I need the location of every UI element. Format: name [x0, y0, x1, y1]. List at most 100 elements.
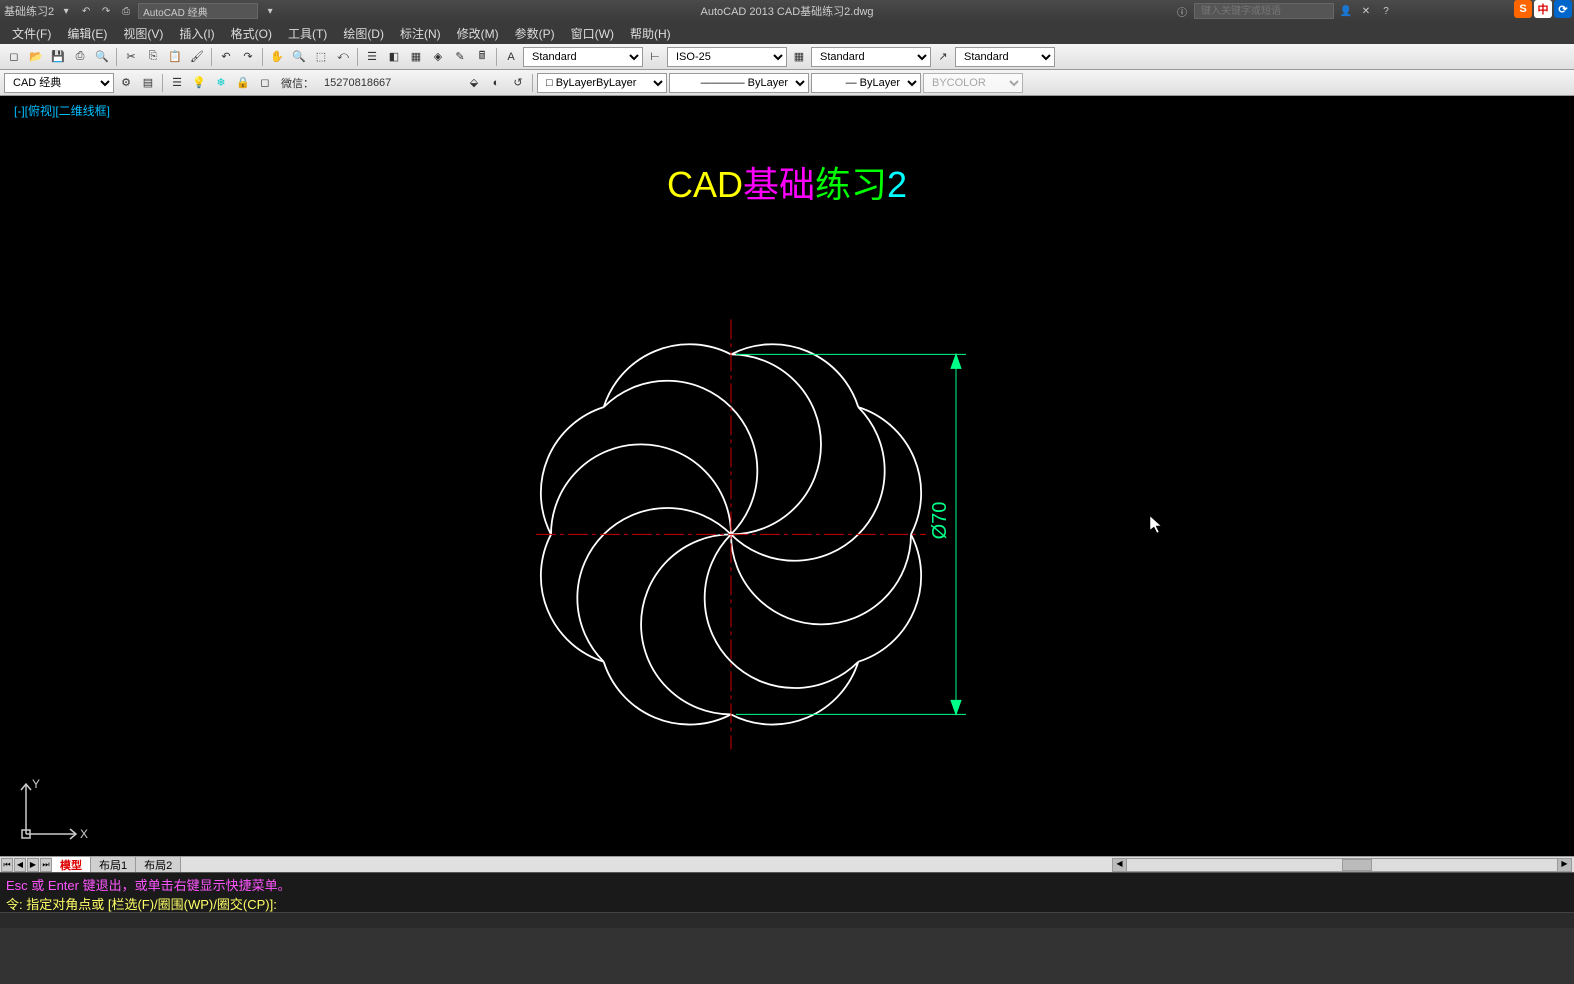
command-line-2: 令: 指定对角点或 [栏选(F)/圈围(WP)/圈交(CP)]:	[6, 894, 1568, 913]
preview-icon[interactable]: 🔍	[92, 47, 112, 67]
info-icon[interactable]: ⓘ	[1174, 3, 1190, 19]
status-bar	[0, 928, 1574, 984]
undo-icon[interactable]: ↶	[216, 47, 236, 67]
toolbar-standard: ◻ 📂 💾 ⎙ 🔍 ✂ ⎘ 📋 🖌 ↶ ↷ ✋ 🔍 ⬚ ⤺ ☰ ◧ ▦ ◈ ✎ …	[0, 44, 1574, 70]
open-icon[interactable]: 📂	[26, 47, 46, 67]
tab-nav-prev-icon[interactable]: ◀	[14, 858, 26, 872]
drawing-title: CAD基础练习2	[667, 156, 907, 208]
matchprop-icon[interactable]: 🖌	[187, 47, 207, 67]
qat-print-icon[interactable]: ⎙	[118, 3, 134, 19]
markup-icon[interactable]: ✎	[450, 47, 470, 67]
help-search-input[interactable]	[1194, 3, 1334, 19]
plotstyle-select[interactable]: BYCOLOR	[923, 73, 1023, 93]
layout-tab-bar: ⏮ ◀ ▶ ⏭ 模型 布局1 布局2 ◀ ▶	[0, 856, 1574, 872]
zoom-prev-icon[interactable]: ⤺	[333, 47, 353, 67]
dsviewer-icon[interactable]: ◧	[384, 47, 404, 67]
menu-modify[interactable]: 修改(M)	[449, 23, 507, 44]
mouse-cursor	[1150, 516, 1162, 534]
workspace-selector[interactable]	[138, 3, 258, 19]
cut-icon[interactable]: ✂	[121, 47, 141, 67]
mleader-style-select[interactable]: Standard	[955, 47, 1055, 67]
qat-undo-icon[interactable]: ↶	[78, 3, 94, 19]
menu-format[interactable]: 格式(O)	[223, 23, 280, 44]
exchange-icon[interactable]: ✕	[1358, 3, 1374, 19]
layer-lock-icon[interactable]: 🔒	[233, 73, 253, 93]
menu-view[interactable]: 视图(V)	[115, 23, 171, 44]
menu-draw[interactable]: 绘图(D)	[335, 23, 392, 44]
menu-dimension[interactable]: 标注(N)	[392, 23, 449, 44]
menu-insert[interactable]: 插入(I)	[171, 23, 222, 44]
pan-icon[interactable]: ✋	[267, 47, 287, 67]
command-line-1: Esc 或 Enter 键退出，或单击右键显示快捷菜单。	[6, 875, 1568, 894]
save-icon[interactable]: 💾	[48, 47, 68, 67]
table-style-select[interactable]: Standard	[811, 47, 931, 67]
layer-prev-icon[interactable]: ↺	[508, 73, 528, 93]
ime-icon-2[interactable]: 中	[1534, 0, 1552, 18]
menu-tools[interactable]: 工具(T)	[280, 23, 335, 44]
workspace-dropdown-icon[interactable]: ▾	[262, 3, 278, 19]
svg-text:X: X	[80, 827, 88, 841]
command-input[interactable]	[0, 912, 1574, 928]
toolpalette-icon[interactable]: ▦	[406, 47, 426, 67]
menu-bar: 文件(F) 编辑(E) 视图(V) 插入(I) 格式(O) 工具(T) 绘图(D…	[0, 22, 1574, 44]
layer-state-icon[interactable]: ⬙	[464, 73, 484, 93]
menu-parametric[interactable]: 参数(P)	[507, 23, 563, 44]
menu-edit[interactable]: 编辑(E)	[59, 23, 115, 44]
toolbar-layers: CAD 经典 ⚙ ▤ ☰ 💡 ❄ 🔒 ◻ 微信： 15270818667 ⬙ ◐…	[0, 70, 1574, 96]
qcalc-icon[interactable]: 🖩	[472, 47, 492, 67]
sheetset-icon[interactable]: ◈	[428, 47, 448, 67]
signin-icon[interactable]: 👤	[1338, 3, 1354, 19]
viewport-label[interactable]: [-][俯视][二维线框]	[14, 102, 110, 119]
layer-color-icon[interactable]: ◻	[255, 73, 275, 93]
ime-icon-1[interactable]: S	[1514, 0, 1532, 18]
copy-icon[interactable]: ⎘	[143, 47, 163, 67]
table-icon[interactable]: ▦	[789, 47, 809, 67]
dimension-text: Ø70	[929, 502, 951, 540]
tab-nav-first-icon[interactable]: ⏮	[1, 858, 13, 872]
zoom-icon[interactable]: 🔍	[289, 47, 309, 67]
menu-window[interactable]: 窗口(W)	[563, 23, 622, 44]
wechat-value: 15270818667	[320, 77, 420, 89]
title-bar: 基础练习2 ▾ ↶ ↷ ⎙ ▾ AutoCAD 2013 CAD基础练习2.dw…	[0, 0, 1574, 22]
ws-settings-icon[interactable]: ⚙	[116, 73, 136, 93]
redo-icon[interactable]: ↷	[238, 47, 258, 67]
separator	[357, 48, 358, 66]
layer-props-icon[interactable]: ☰	[167, 73, 187, 93]
text-icon[interactable]: A	[501, 47, 521, 67]
app-title: AutoCAD 2013 CAD基础练习2.dwg	[700, 3, 873, 19]
drawing-viewport[interactable]: [-][俯视][二维线框] CAD基础练习2	[0, 96, 1574, 856]
qat-redo-icon[interactable]: ↷	[98, 3, 114, 19]
lineweight-select[interactable]: — ByLayer	[811, 73, 921, 93]
menu-help[interactable]: 帮助(H)	[622, 23, 679, 44]
paste-icon[interactable]: 📋	[165, 47, 185, 67]
linetype-select[interactable]: ———— ByLayer	[669, 73, 809, 93]
zoom-window-icon[interactable]: ⬚	[311, 47, 331, 67]
color-select[interactable]: □ ByLayerByLayer	[537, 73, 667, 93]
layer-iso-icon[interactable]: ◐	[486, 73, 506, 93]
qat-save-icon[interactable]: ▾	[58, 3, 74, 19]
ws-save-icon[interactable]: ▤	[138, 73, 158, 93]
dim-style-select[interactable]: ISO-25	[667, 47, 787, 67]
text-style-select[interactable]: Standard	[523, 47, 643, 67]
separator	[162, 74, 163, 92]
tab-nav-next-icon[interactable]: ▶	[27, 858, 39, 872]
mleader-icon[interactable]: ↗	[933, 47, 953, 67]
tab-nav-last-icon[interactable]: ⏭	[40, 858, 52, 872]
properties-icon[interactable]: ☰	[362, 47, 382, 67]
help-icon[interactable]: ?	[1378, 3, 1394, 19]
print-icon[interactable]: ⎙	[70, 47, 90, 67]
ime-icon-3[interactable]: ⟳	[1554, 0, 1572, 18]
workspace-select[interactable]: CAD 经典	[4, 73, 114, 93]
wechat-label: 微信：	[277, 75, 318, 91]
tab-model[interactable]: 模型	[52, 857, 91, 872]
cad-drawing: Ø70	[501, 274, 1021, 754]
doc-name: 基础练习2	[4, 3, 54, 19]
layer-on-icon[interactable]: 💡	[189, 73, 209, 93]
dim-icon[interactable]: ⊢	[645, 47, 665, 67]
new-icon[interactable]: ◻	[4, 47, 24, 67]
horizontal-scrollbar[interactable]: ◀ ▶	[1112, 858, 1572, 872]
tab-layout2[interactable]: 布局2	[136, 857, 181, 872]
menu-file[interactable]: 文件(F)	[4, 23, 59, 44]
tab-layout1[interactable]: 布局1	[91, 857, 136, 872]
layer-freeze-icon[interactable]: ❄	[211, 73, 231, 93]
